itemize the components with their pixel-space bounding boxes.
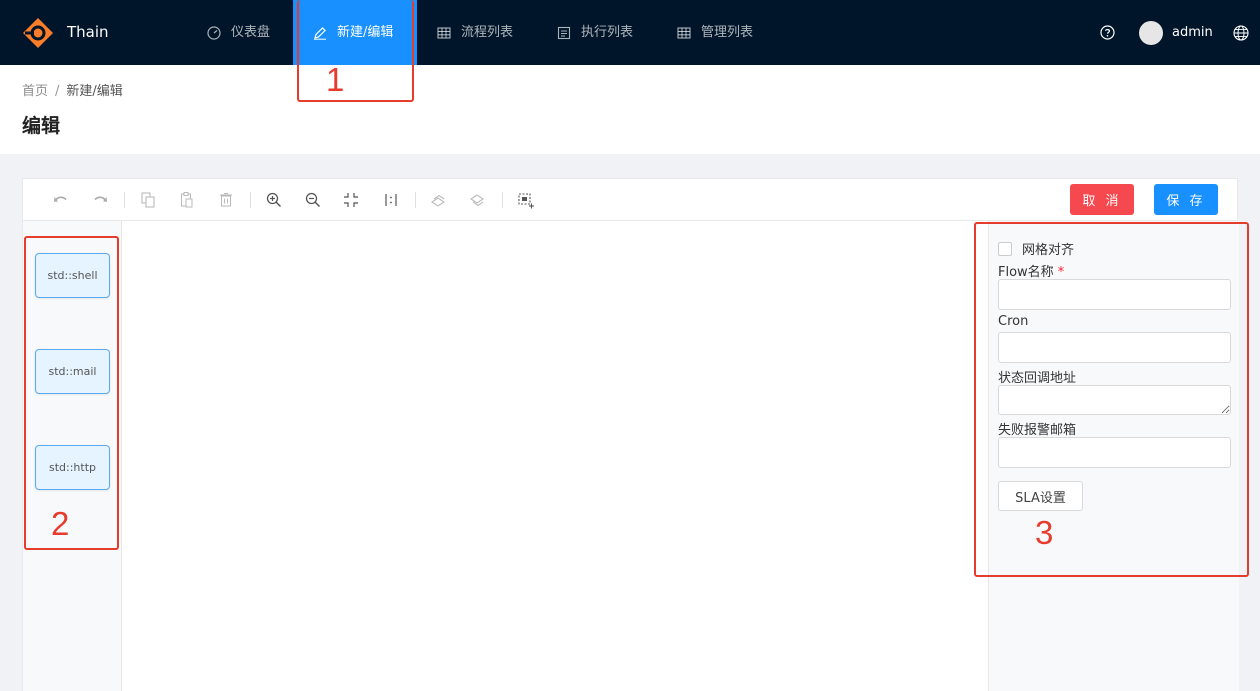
annotation-number-2: 2 [51,505,70,542]
nav-item-exec-list[interactable]: 执行列表 [557,0,633,65]
toolbar-divider [502,192,503,208]
annotation-box-2 [24,236,119,550]
redo-icon[interactable] [91,191,109,209]
nav-label: 流程列表 [461,25,514,40]
copy-icon[interactable] [139,191,157,209]
user-menu[interactable]: admin [1139,0,1213,65]
brand-name[interactable]: Thain [67,23,109,41]
nav-label: 仪表盘 [231,25,271,40]
fit-view-icon[interactable] [342,191,360,209]
list-icon [557,26,571,39]
toolbar-divider [415,192,416,208]
page-header: 首页 / 新建/编辑 编辑 [0,65,1260,154]
table-icon [437,26,451,39]
nav-item-flow-list[interactable]: 流程列表 [437,0,513,65]
avatar [1139,20,1163,45]
breadcrumb-current: 新建/编辑 [66,84,123,99]
delete-icon[interactable] [217,191,235,209]
annotation-number-1: 1 [326,61,345,98]
annotation-box-3 [974,222,1249,577]
page-title: 编辑 [22,115,61,137]
dashboard-icon [207,25,221,40]
send-to-back-icon[interactable] [469,191,487,209]
save-button[interactable]: 保 存 [1154,184,1218,215]
toolbar-divider [250,192,251,208]
language-button[interactable] [1233,0,1249,65]
nav-item-dashboard[interactable]: 仪表盘 [207,0,270,65]
flow-canvas[interactable] [122,221,988,691]
nav-label: 执行列表 [581,25,634,40]
multi-select-icon[interactable] [517,191,535,209]
cancel-button[interactable]: 取 消 [1070,184,1134,215]
breadcrumb-separator: / [55,84,60,99]
bring-to-front-icon[interactable] [430,191,448,209]
thain-logo-icon[interactable] [22,17,54,49]
top-nav: Thain 仪表盘 新建/编辑 流程列表 执行列表 管理列表 admin [0,0,1260,65]
breadcrumb-home[interactable]: 首页 [22,84,48,99]
help-button[interactable] [1100,0,1115,65]
editor-toolbar: 取 消 保 存 [23,179,1237,221]
annotation-number-3: 3 [1035,514,1054,551]
zoom-out-icon[interactable] [304,191,322,209]
globe-icon [1233,24,1249,41]
zoom-in-icon[interactable] [265,191,283,209]
nav-label: 管理列表 [701,25,754,40]
table-icon [677,26,691,39]
undo-icon[interactable] [52,191,70,209]
actual-size-icon[interactable] [382,191,400,209]
toolbar-divider [124,192,125,208]
annotation-box-1 [297,0,414,102]
breadcrumb: 首页 / 新建/编辑 [22,80,123,99]
username: admin [1172,25,1213,40]
paste-icon[interactable] [178,191,196,209]
nav-item-admin-list[interactable]: 管理列表 [677,0,753,65]
question-icon [1100,25,1115,40]
